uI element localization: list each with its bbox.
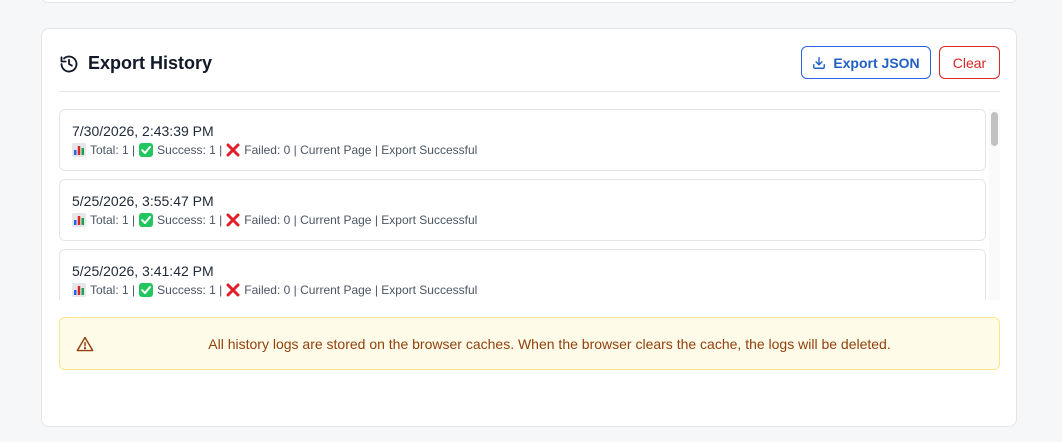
list-scrollbar[interactable]	[989, 109, 1000, 300]
entry-total: Total: 1 |	[90, 213, 136, 227]
entry-total: Total: 1 |	[90, 143, 136, 157]
export-history-card: Export History Export JSON Clear 7/30/20…	[41, 28, 1017, 427]
page-title: Export History	[88, 53, 213, 73]
history-icon	[59, 54, 79, 74]
history-entry: 5/25/2026, 3:41:42 PM Total: 1 | Success…	[59, 249, 986, 300]
entry-failed: Failed: 0 | Current Page | Export Succes…	[244, 213, 478, 227]
cache-notice: All history logs are stored on the brows…	[59, 317, 1000, 370]
entry-success: Success: 1 |	[157, 143, 223, 157]
check-icon	[139, 143, 154, 157]
notice-text: All history logs are stored on the brows…	[208, 336, 891, 352]
cross-icon	[226, 143, 240, 157]
history-entry: 7/30/2026, 2:43:39 PM Total: 1 | Success…	[59, 109, 986, 171]
card-header: Export History Export JSON Clear	[59, 46, 1000, 92]
bar-chart-icon	[72, 213, 86, 227]
entry-timestamp: 5/25/2026, 3:55:47 PM	[72, 193, 214, 209]
bar-chart-icon	[72, 283, 86, 297]
entry-total: Total: 1 |	[90, 283, 136, 297]
export-json-label: Export JSON	[833, 54, 920, 71]
entry-stats: Total: 1 | Success: 1 | Failed: 0 | Curr…	[72, 143, 477, 157]
entry-timestamp: 7/30/2026, 2:43:39 PM	[72, 123, 214, 139]
cross-icon	[226, 213, 240, 227]
export-json-button[interactable]: Export JSON	[801, 46, 931, 79]
cross-icon	[226, 283, 240, 297]
bar-chart-icon	[72, 143, 86, 157]
history-entry: 5/25/2026, 3:55:47 PM Total: 1 | Success…	[59, 179, 986, 241]
previous-card	[41, 0, 1017, 3]
download-icon	[813, 56, 826, 69]
entry-stats: Total: 1 | Success: 1 | Failed: 0 | Curr…	[72, 213, 477, 227]
entry-stats: Total: 1 | Success: 1 | Failed: 0 | Curr…	[72, 283, 477, 297]
history-list[interactable]: 7/30/2026, 2:43:39 PM Total: 1 | Success…	[59, 109, 1000, 300]
clear-button[interactable]: Clear	[939, 46, 1000, 79]
title-group: Export History	[59, 53, 212, 74]
entry-success: Success: 1 |	[157, 213, 223, 227]
entry-failed: Failed: 0 | Current Page | Export Succes…	[244, 143, 478, 157]
check-icon	[139, 283, 154, 297]
check-icon	[139, 213, 154, 227]
scrollbar-thumb[interactable]	[991, 112, 998, 146]
entry-timestamp: 5/25/2026, 3:41:42 PM	[72, 263, 214, 279]
entry-failed: Failed: 0 | Current Page | Export Succes…	[244, 283, 478, 297]
warning-icon	[76, 336, 94, 357]
entry-success: Success: 1 |	[157, 283, 223, 297]
